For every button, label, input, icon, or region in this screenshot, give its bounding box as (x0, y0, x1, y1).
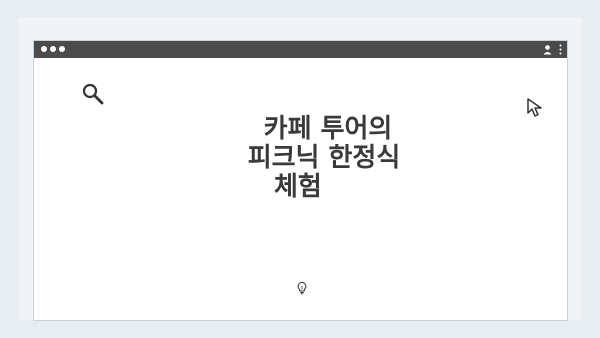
user-icon[interactable] (542, 44, 553, 55)
browser-window: 카페 투어의 피크닉 한정식 체험 (33, 40, 568, 321)
title-line-2: 피크닉 한정식 (247, 143, 401, 173)
maximize-dot[interactable] (59, 46, 65, 52)
search-icon[interactable] (81, 82, 105, 106)
vertical-menu-icon[interactable] (558, 44, 563, 55)
close-dot[interactable] (41, 46, 47, 52)
title-line-3: 체험 (274, 172, 322, 202)
title-line-1: 카페 투어의 (263, 114, 393, 144)
browser-titlebar (34, 41, 567, 58)
minimize-dot[interactable] (50, 46, 56, 52)
cursor-icon (527, 98, 542, 117)
lightbulb-icon (297, 281, 307, 295)
page-title: 카페 투어의 피크닉 한정식 체험 (214, 115, 434, 202)
